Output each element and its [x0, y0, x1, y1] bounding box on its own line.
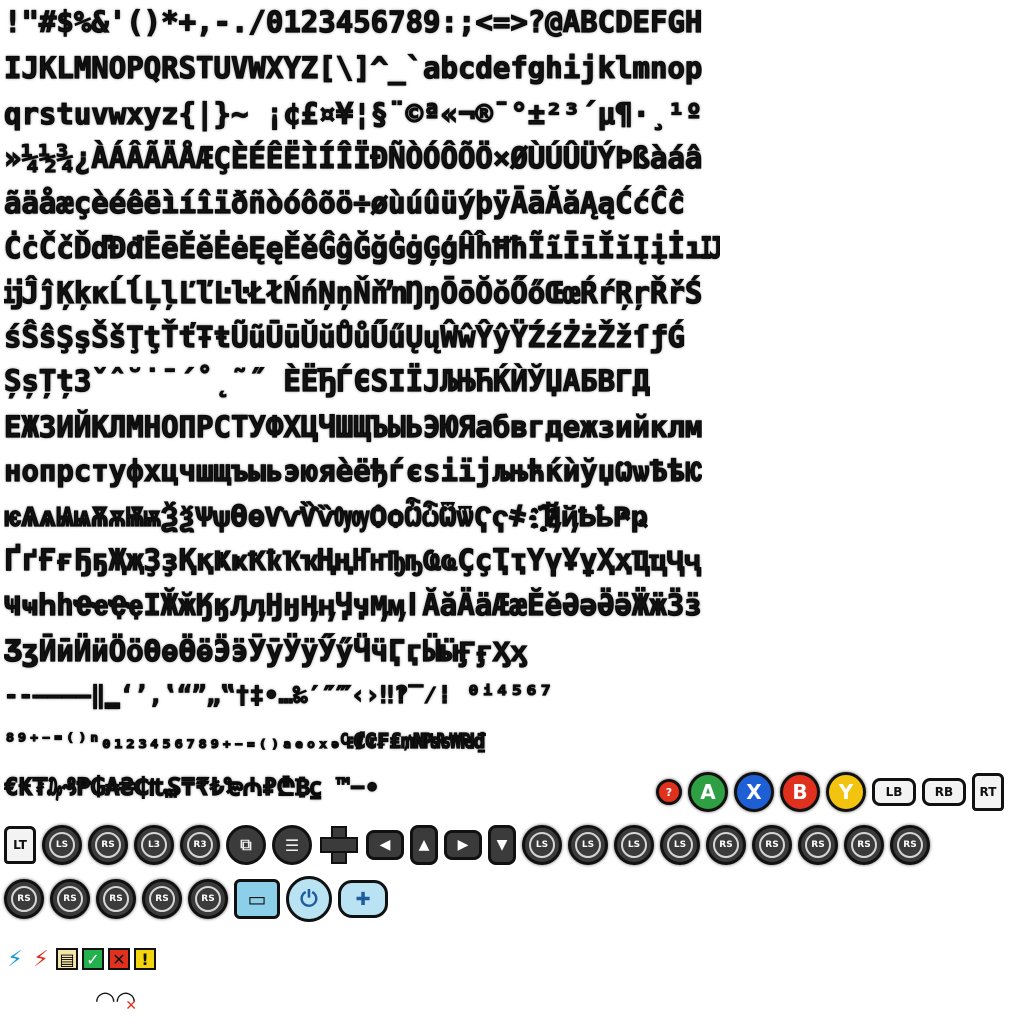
right-stick-left-icon: RS: [752, 825, 792, 865]
left-stick-down-icon: LS: [660, 825, 700, 865]
glyph-row-11: нопрстуфхцчшщъыьэюяѐёђѓєѕіїјљњћќѝўџѠѡѢѣѤ: [4, 453, 703, 488]
dpad-down-icon: ▼: [488, 825, 516, 865]
wifi-off-icon: ◠ ✕: [116, 986, 137, 1014]
left-stick-right-icon: LS: [614, 825, 654, 865]
glyph-row-5: ãäåæçèéêëìíîïðñòóôõö÷øùúûüýþÿĀāĂăĄąĆćĈĉ: [4, 185, 685, 220]
rs-variant-5-label: RS: [195, 886, 221, 912]
lightning-red-icon: ⚡: [33, 946, 49, 972]
button-a-icon: A: [688, 772, 728, 812]
button-b-label: B: [792, 780, 808, 804]
dpad-left-icon: ◀: [366, 830, 404, 860]
ls-up-label: LS: [529, 832, 555, 858]
glyph-row-16: ‐‑‒–—―‖‗‘’‚‛“”„‟†‡•…‰′″‴‹›‼‽‾⁄⁞ ⁰ⁱ⁴⁵⁶⁷: [4, 680, 553, 709]
dpad-right-icon: ▶: [444, 830, 482, 860]
ls-down-label: LS: [667, 832, 693, 858]
battery-icon: ▤: [56, 948, 78, 970]
right-stick-down-icon: RS: [844, 825, 884, 865]
ls-right-label: LS: [621, 832, 647, 858]
button-x-icon: X: [734, 772, 774, 812]
rb-label: RB: [934, 785, 954, 799]
glyph-row-17: ⁸⁹⁺⁻⁼⁽⁾ⁿ₀₁₂₃₄₅₆₇₈₉₊₋₌₍₎ₐₑₒₓₔ₠₡₢₣₤₥₦₧₨₩₪₫: [4, 728, 486, 753]
glyph-row-2: IJKLMNOPQRSTUVWXYZ[\]^_`abcdefghijklmnop: [4, 50, 703, 85]
left-stick-left-icon: LS: [568, 825, 608, 865]
cross-icon: ✕: [108, 948, 130, 970]
rs-variant-2-label: RS: [57, 886, 83, 912]
rb-icon: RB: [922, 778, 966, 806]
lt-label: LT: [13, 838, 27, 852]
wifi-icons-row: ◠ ◠ ✕: [96, 986, 137, 1014]
rs-right-label: RS: [805, 832, 831, 858]
wifi-off-cross-icon: ✕: [125, 998, 137, 1014]
right-stick-right-icon: RS: [798, 825, 838, 865]
rs-press-label: RS: [897, 832, 923, 858]
right-stick-press-icon: RS: [890, 825, 930, 865]
glyph-row-1: !"#$%&'()*+,-./0123456789:;<=>?@ABCDEFGH: [4, 4, 703, 39]
glyph-row-3: qrstuvwxyz{|}~ ¡¢£¤¥¦§¨©ª«¬®¯°±²³´µ¶·¸¹º: [4, 96, 703, 131]
button-y-icon: Y: [826, 772, 866, 812]
controller-icons-row-1: ? A X B Y LB RB RT: [656, 772, 1004, 812]
rs-down-label: RS: [851, 832, 877, 858]
right-stick-up-icon: RS: [706, 825, 746, 865]
lightning-blue-icon: ⚡: [7, 946, 23, 972]
glyph-atlas: !"#$%&'()*+,-./0123456789:;<=>?@ABCDEFGH…: [0, 0, 1024, 1024]
r3-icon: R3: [180, 825, 220, 865]
button-y-label: Y: [838, 780, 854, 804]
ls-left-label: LS: [575, 832, 601, 858]
right-stick-variant-3-icon: RS: [96, 879, 136, 919]
left-stick-up-icon: LS: [522, 825, 562, 865]
red-diamond-icon: ?: [656, 779, 682, 805]
rs-variant-3-label: RS: [103, 886, 129, 912]
right-stick-variant-2-icon: RS: [50, 879, 90, 919]
gamepad-icon: ✚: [338, 880, 388, 918]
monitor-icon: ▭: [234, 879, 280, 919]
dpad-icon: [318, 824, 360, 866]
ls-label: LS: [49, 832, 75, 858]
wifi-icon: ◠: [96, 986, 115, 1014]
rt-icon: RT: [972, 773, 1004, 811]
lt-icon: LT: [4, 826, 36, 864]
menu-button-icon: ☰: [272, 825, 312, 865]
l3-label: L3: [141, 832, 167, 858]
left-stick-icon: LS: [42, 825, 82, 865]
l3-icon: L3: [134, 825, 174, 865]
glyph-row-8: śŜŝŞşŠšŢţŤťŦŧŨũŪūŬŭŮůŰűŲųŴŵŶŷŸŹźŻżŽžſƒǴ: [4, 319, 685, 354]
glyph-row-15: ӠӡӢӣӤӥӦӧӨөӪӫӬӭӮӯӰӱӲӳӴӵӶӷӸӹӺӻӼӽ: [4, 633, 528, 668]
glyph-row-18: €₭₮₯₰₱₲₳₴₵₶₷₸₹₺₻₼₽₾₿⃀ ™−∙: [4, 772, 380, 801]
right-stick-variant-1-icon: RS: [4, 879, 44, 919]
glyph-row-6: ĊċČčĎďĐđĒēĔĕĖėĘęĚěĜĝĞğĠġĢģĤĥĦħĨĩĪīĬĭĮįİı…: [4, 230, 720, 265]
glyph-row-4: »¼½¾¿ÀÁÂÃÄÅÆÇÈÉÊËÌÍÎÏÐÑÒÓÔÕÖ×ØÙÚÛÜÝÞßàáâ: [4, 140, 703, 175]
lb-icon: LB: [872, 778, 916, 806]
rs-left-label: RS: [759, 832, 785, 858]
glyph-row-10: ЕЖЗИЙКЛМНОПРСТУФХЦЧШЩЪЫЬЭЮЯабвгдежзийклм: [4, 409, 703, 444]
warning-icon: !: [134, 948, 156, 970]
rs-variant-1-label: RS: [11, 886, 37, 912]
rs-variant-4-label: RS: [149, 886, 175, 912]
rs-up-label: RS: [713, 832, 739, 858]
glyph-row-7: ĳĴĵĶķĸĹĺĻļĽľĿŀŁłŃńŅņŇňŉŊŋŌōŎŏŐőŒœŔŕŖŗŘřŚ: [4, 275, 703, 310]
glyph-row-9: ȘșȚțЗˇˆ˘˙ˉ´˚˛˜˝ ЀЁЂЃЄЅІЇЈЉЊЋЌЍЎЏАБВГД: [4, 363, 651, 398]
right-stick-variant-5-icon: RS: [188, 879, 228, 919]
rt-label: RT: [979, 785, 997, 799]
view-button-icon: ⧉: [226, 825, 266, 865]
button-x-label: X: [746, 780, 762, 804]
controller-icons-row-3: RS RS RS RS RS ▭ ⏻ ✚: [4, 876, 388, 922]
playstation-logo-icon: ⏻: [286, 876, 332, 922]
right-stick-variant-4-icon: RS: [142, 879, 182, 919]
glyph-row-12: ѥѦѧѨѩѪѫѬѭѮѯѰѱѲѳѴѵѶѷѸѹѺѻѼѽѾѿҀҁ҂ ҃҄҈҉ҊҋҌҍҎ…: [4, 498, 649, 533]
button-a-label: A: [700, 780, 716, 804]
status-icons-row: ⚡ ⚡ ▤ ✓ ✕ !: [4, 946, 156, 972]
rs-label: RS: [95, 832, 121, 858]
lb-label: LB: [885, 785, 903, 799]
controller-icons-row-2: LT LS RS L3 R3 ⧉ ☰ ◀ ▲ ▶ ▼ LS LS LS LS R…: [4, 824, 930, 866]
check-icon: ✓: [82, 948, 104, 970]
button-b-icon: B: [780, 772, 820, 812]
glyph-row-13: ҐґҒғҔҕҖҗҘҙҚқҜҝҞҟҠҡҢңҤҥҦҧҨҩҪҫҬҭҮүҰұҲҳҴҵҶҷ: [4, 542, 702, 577]
right-stick-icon: RS: [88, 825, 128, 865]
glyph-row-14: ҸҹҺһҼҽҾҿӀӁӂӃӄӅӆӇӈӉӊӋӌӍӎӏӐӑӒӓӔӕӖӗӘәӚӛӜӝӞӟ: [4, 587, 702, 622]
r3-label: R3: [187, 832, 213, 858]
dpad-up-icon: ▲: [410, 825, 438, 865]
